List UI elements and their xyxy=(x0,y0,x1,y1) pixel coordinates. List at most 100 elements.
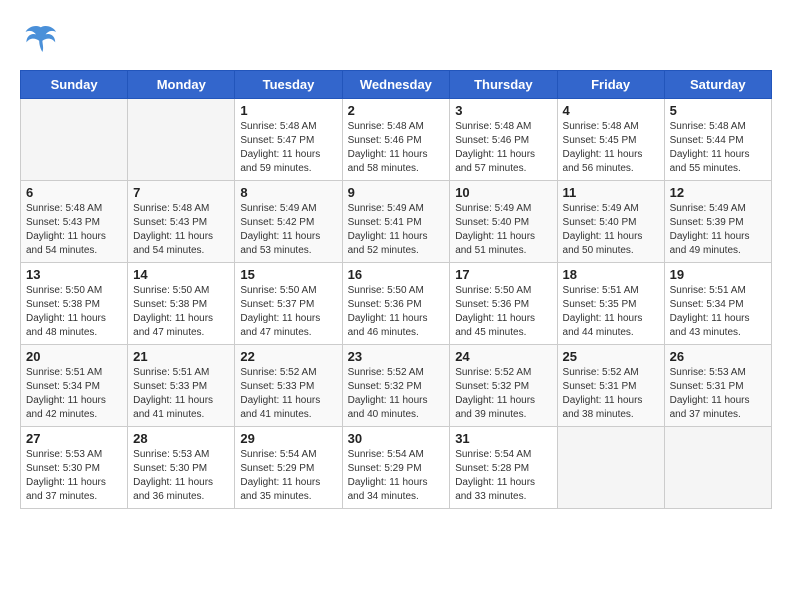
calendar-cell: 23 Sunrise: 5:52 AM Sunset: 5:32 PM Dayli… xyxy=(342,345,450,427)
calendar-cell: 16 Sunrise: 5:50 AM Sunset: 5:36 PM Dayli… xyxy=(342,263,450,345)
day-info: Sunrise: 5:52 AM Sunset: 5:32 PM Dayligh… xyxy=(455,366,551,422)
calendar-cell: 5 Sunrise: 5:48 AM Sunset: 5:44 PM Daylig… xyxy=(664,99,771,181)
weekday-header-saturday: Saturday xyxy=(664,71,771,99)
day-info: Sunrise: 5:50 AM Sunset: 5:36 PM Dayligh… xyxy=(348,284,445,340)
calendar-cell: 7 Sunrise: 5:48 AM Sunset: 5:43 PM Daylig… xyxy=(128,181,235,263)
day-number: 3 xyxy=(455,103,551,118)
day-info: Sunrise: 5:53 AM Sunset: 5:30 PM Dayligh… xyxy=(26,448,122,504)
day-info: Sunrise: 5:48 AM Sunset: 5:44 PM Dayligh… xyxy=(670,120,766,176)
day-number: 29 xyxy=(240,431,336,446)
day-number: 25 xyxy=(563,349,659,364)
calendar-cell xyxy=(664,427,771,509)
calendar-cell: 29 Sunrise: 5:54 AM Sunset: 5:29 PM Dayli… xyxy=(235,427,342,509)
calendar-cell: 17Sunrise: 5:50 AM Sunset: 5:36 PM Dayli… xyxy=(450,263,557,345)
calendar-cell: 18Sunrise: 5:51 AM Sunset: 5:35 PM Dayli… xyxy=(557,263,664,345)
day-info: Sunrise: 5:49 AM Sunset: 5:42 PM Dayligh… xyxy=(240,202,336,258)
day-info: Sunrise: 5:52 AM Sunset: 5:32 PM Dayligh… xyxy=(348,366,445,422)
weekday-header-thursday: Thursday xyxy=(450,71,557,99)
calendar-cell: 24 Sunrise: 5:52 AM Sunset: 5:32 PM Dayli… xyxy=(450,345,557,427)
day-number: 13 xyxy=(26,267,122,282)
day-info: Sunrise: 5:48 AM Sunset: 5:47 PM Dayligh… xyxy=(240,120,336,176)
day-number: 2 xyxy=(348,103,445,118)
day-info: Sunrise: 5:51 AM Sunset: 5:34 PM Dayligh… xyxy=(670,284,766,340)
day-info: Sunrise: 5:49 AM Sunset: 5:40 PM Dayligh… xyxy=(563,202,659,258)
calendar-cell: 15 Sunrise: 5:50 AM Sunset: 5:37 PM Dayli… xyxy=(235,263,342,345)
weekday-header-monday: Monday xyxy=(128,71,235,99)
day-info: Sunrise: 5:50 AM Sunset: 5:38 PM Dayligh… xyxy=(26,284,122,340)
calendar-cell: 13 Sunrise: 5:50 AM Sunset: 5:38 PM Dayli… xyxy=(21,263,128,345)
weekday-header-tuesday: Tuesday xyxy=(235,71,342,99)
day-number: 30 xyxy=(348,431,445,446)
calendar-cell: 9Sunrise: 5:49 AM Sunset: 5:41 PM Daylig… xyxy=(342,181,450,263)
day-number: 11 xyxy=(563,185,659,200)
day-number: 8 xyxy=(240,185,336,200)
day-info: Sunrise: 5:53 AM Sunset: 5:31 PM Dayligh… xyxy=(670,366,766,422)
calendar-week-1: 1 Sunrise: 5:48 AM Sunset: 5:47 PM Daylig… xyxy=(21,99,772,181)
day-number: 16 xyxy=(348,267,445,282)
day-info: Sunrise: 5:51 AM Sunset: 5:33 PM Dayligh… xyxy=(133,366,229,422)
day-number: 23 xyxy=(348,349,445,364)
day-info: Sunrise: 5:50 AM Sunset: 5:37 PM Dayligh… xyxy=(240,284,336,340)
day-info: Sunrise: 5:54 AM Sunset: 5:29 PM Dayligh… xyxy=(348,448,445,504)
calendar-cell: 19 Sunrise: 5:51 AM Sunset: 5:34 PM Dayli… xyxy=(664,263,771,345)
day-number: 10 xyxy=(455,185,551,200)
day-info: Sunrise: 5:49 AM Sunset: 5:40 PM Dayligh… xyxy=(455,202,551,258)
day-number: 31 xyxy=(455,431,551,446)
day-info: Sunrise: 5:50 AM Sunset: 5:38 PM Dayligh… xyxy=(133,284,229,340)
day-number: 24 xyxy=(455,349,551,364)
calendar-cell xyxy=(128,99,235,181)
day-number: 19 xyxy=(670,267,766,282)
day-info: Sunrise: 5:48 AM Sunset: 5:45 PM Dayligh… xyxy=(563,120,659,176)
calendar-week-5: 27 Sunrise: 5:53 AM Sunset: 5:30 PM Dayli… xyxy=(21,427,772,509)
calendar-week-4: 20 Sunrise: 5:51 AM Sunset: 5:34 PM Dayli… xyxy=(21,345,772,427)
day-info: Sunrise: 5:51 AM Sunset: 5:35 PM Dayligh… xyxy=(563,284,659,340)
calendar-cell: 20 Sunrise: 5:51 AM Sunset: 5:34 PM Dayli… xyxy=(21,345,128,427)
day-number: 6 xyxy=(26,185,122,200)
calendar-cell: 12Sunrise: 5:49 AM Sunset: 5:39 PM Dayli… xyxy=(664,181,771,263)
day-number: 1 xyxy=(240,103,336,118)
calendar-cell: 28Sunrise: 5:53 AM Sunset: 5:30 PM Dayli… xyxy=(128,427,235,509)
day-info: Sunrise: 5:53 AM Sunset: 5:30 PM Dayligh… xyxy=(133,448,229,504)
weekday-header-wednesday: Wednesday xyxy=(342,71,450,99)
logo-bird-icon xyxy=(20,20,60,60)
day-info: Sunrise: 5:48 AM Sunset: 5:46 PM Dayligh… xyxy=(348,120,445,176)
calendar-cell: 14 Sunrise: 5:50 AM Sunset: 5:38 PM Dayli… xyxy=(128,263,235,345)
day-number: 12 xyxy=(670,185,766,200)
calendar-cell: 31 Sunrise: 5:54 AM Sunset: 5:28 PM Dayli… xyxy=(450,427,557,509)
day-number: 14 xyxy=(133,267,229,282)
calendar-cell xyxy=(557,427,664,509)
calendar-cell: 26 Sunrise: 5:53 AM Sunset: 5:31 PM Dayli… xyxy=(664,345,771,427)
day-info: Sunrise: 5:54 AM Sunset: 5:28 PM Dayligh… xyxy=(455,448,551,504)
calendar-week-3: 13 Sunrise: 5:50 AM Sunset: 5:38 PM Dayli… xyxy=(21,263,772,345)
day-info: Sunrise: 5:49 AM Sunset: 5:41 PM Dayligh… xyxy=(348,202,445,258)
day-number: 5 xyxy=(670,103,766,118)
calendar-cell: 6 Sunrise: 5:48 AM Sunset: 5:43 PM Daylig… xyxy=(21,181,128,263)
day-info: Sunrise: 5:54 AM Sunset: 5:29 PM Dayligh… xyxy=(240,448,336,504)
calendar-cell: 11 Sunrise: 5:49 AM Sunset: 5:40 PM Dayli… xyxy=(557,181,664,263)
weekday-header-sunday: Sunday xyxy=(21,71,128,99)
calendar: SundayMondayTuesdayWednesdayThursdayFrid… xyxy=(20,70,772,509)
day-info: Sunrise: 5:51 AM Sunset: 5:34 PM Dayligh… xyxy=(26,366,122,422)
header xyxy=(20,20,772,60)
day-info: Sunrise: 5:48 AM Sunset: 5:43 PM Dayligh… xyxy=(26,202,122,258)
calendar-cell: 27 Sunrise: 5:53 AM Sunset: 5:30 PM Dayli… xyxy=(21,427,128,509)
day-number: 15 xyxy=(240,267,336,282)
day-info: Sunrise: 5:52 AM Sunset: 5:33 PM Dayligh… xyxy=(240,366,336,422)
calendar-cell: 21 Sunrise: 5:51 AM Sunset: 5:33 PM Dayli… xyxy=(128,345,235,427)
calendar-cell: 3Sunrise: 5:48 AM Sunset: 5:46 PM Daylig… xyxy=(450,99,557,181)
day-number: 21 xyxy=(133,349,229,364)
day-number: 4 xyxy=(563,103,659,118)
day-number: 20 xyxy=(26,349,122,364)
calendar-cell: 22 Sunrise: 5:52 AM Sunset: 5:33 PM Dayli… xyxy=(235,345,342,427)
day-number: 26 xyxy=(670,349,766,364)
calendar-cell: 10 Sunrise: 5:49 AM Sunset: 5:40 PM Dayli… xyxy=(450,181,557,263)
day-number: 7 xyxy=(133,185,229,200)
day-info: Sunrise: 5:48 AM Sunset: 5:43 PM Dayligh… xyxy=(133,202,229,258)
calendar-cell: 2 Sunrise: 5:48 AM Sunset: 5:46 PM Daylig… xyxy=(342,99,450,181)
weekday-header-friday: Friday xyxy=(557,71,664,99)
day-number: 22 xyxy=(240,349,336,364)
calendar-cell: 4 Sunrise: 5:48 AM Sunset: 5:45 PM Daylig… xyxy=(557,99,664,181)
day-number: 27 xyxy=(26,431,122,446)
calendar-cell: 8 Sunrise: 5:49 AM Sunset: 5:42 PM Daylig… xyxy=(235,181,342,263)
calendar-cell: 1 Sunrise: 5:48 AM Sunset: 5:47 PM Daylig… xyxy=(235,99,342,181)
